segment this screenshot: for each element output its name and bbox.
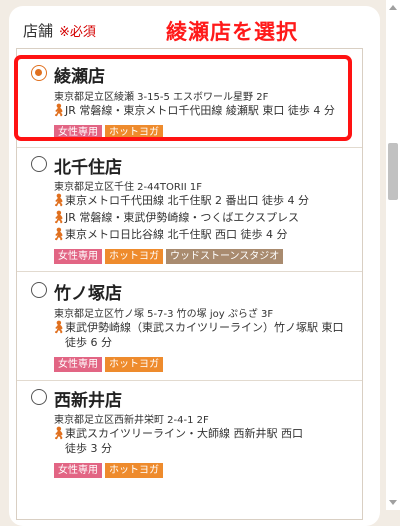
store-name: 竹ノ塚店 bbox=[54, 284, 122, 304]
scrollbar[interactable] bbox=[386, 0, 400, 510]
tag-hot-yoga: ホットヨガ bbox=[105, 463, 163, 478]
selection-highlight-box bbox=[14, 55, 352, 141]
store-name: 西新井店 bbox=[54, 391, 122, 411]
tag-hot-yoga: ホットヨガ bbox=[105, 357, 163, 372]
tag-list: 女性専用 ホットヨガ bbox=[54, 357, 163, 372]
tag-hot-yoga: ホットヨガ bbox=[105, 249, 163, 264]
required-mark: ※必須 bbox=[59, 24, 96, 40]
route-line: 🚶︎ 東武スカイツリーライン・大師線 西新井駅 西口 bbox=[51, 426, 303, 441]
radio-takenotsuka[interactable] bbox=[31, 282, 47, 298]
walk-icon: 🚶︎ bbox=[51, 320, 67, 334]
scrollbar-thumb[interactable] bbox=[388, 143, 398, 200]
store-address: 東京都足立区西新井栄町 2-4-1 2F bbox=[54, 415, 209, 426]
walk-icon: 🚶︎ bbox=[51, 227, 67, 241]
scroll-down-arrow-icon[interactable] bbox=[389, 500, 397, 505]
tag-list: 女性専用 ホットヨガ bbox=[54, 463, 163, 478]
store-option-nishiarai[interactable]: 西新井店 東京都足立区西新井栄町 2-4-1 2F 🚶︎ 東武スカイツリーライン… bbox=[17, 381, 362, 491]
store-address: 東京都足立区千住 2-44TORII 1F bbox=[54, 182, 202, 193]
walk-icon: 🚶︎ bbox=[51, 210, 67, 224]
route-line: 🚶︎ 東京メトロ千代田線 北千住駅 2 番出口 徒歩 4 分 bbox=[51, 193, 309, 208]
route-line: 🚶︎ 徒歩 6 分 bbox=[65, 336, 112, 349]
scroll-up-arrow-icon[interactable] bbox=[389, 5, 397, 10]
walk-icon: 🚶︎ bbox=[51, 426, 67, 440]
store-option-kitasenju[interactable]: 北千住店 東京都足立区千住 2-44TORII 1F 🚶︎ 東京メトロ千代田線 … bbox=[17, 148, 362, 270]
store-field-header: 店舗 ※必須 bbox=[23, 20, 96, 40]
annotation-text: 綾瀬店を選択 bbox=[166, 20, 298, 44]
route-line: 🚶︎ 徒歩 3 分 bbox=[65, 442, 112, 455]
radio-nishiarai[interactable] bbox=[31, 389, 47, 405]
store-name: 北千住店 bbox=[54, 158, 122, 178]
route-line: 🚶︎ 東武伊勢崎線（東武スカイツリーライン）竹ノ塚駅 東口 bbox=[51, 320, 344, 335]
route-line: 🚶︎ 東京メトロ日比谷線 北千住駅 西口 徒歩 4 分 bbox=[51, 227, 288, 242]
tag-women-only: 女性専用 bbox=[54, 249, 102, 264]
radio-kitasenju[interactable] bbox=[31, 156, 47, 172]
store-address: 東京都足立区竹ノ塚 5-7-3 竹の塚 joy ぷらざ 3F bbox=[54, 309, 274, 320]
tag-list: 女性専用 ホットヨガ ウッドストーンスタジオ bbox=[54, 249, 284, 264]
tag-women-only: 女性専用 bbox=[54, 463, 102, 478]
tag-woodstone-studio: ウッドストーンスタジオ bbox=[166, 249, 284, 264]
route-line: 🚶︎ JR 常磐線・東武伊勢崎線・つくばエクスプレス bbox=[51, 210, 300, 225]
store-option-takenotsuka[interactable]: 竹ノ塚店 東京都足立区竹ノ塚 5-7-3 竹の塚 joy ぷらざ 3F 🚶︎ 東… bbox=[17, 272, 362, 380]
store-field-label: 店舗 bbox=[23, 21, 54, 40]
tag-women-only: 女性専用 bbox=[54, 357, 102, 372]
walk-icon: 🚶︎ bbox=[51, 193, 67, 207]
